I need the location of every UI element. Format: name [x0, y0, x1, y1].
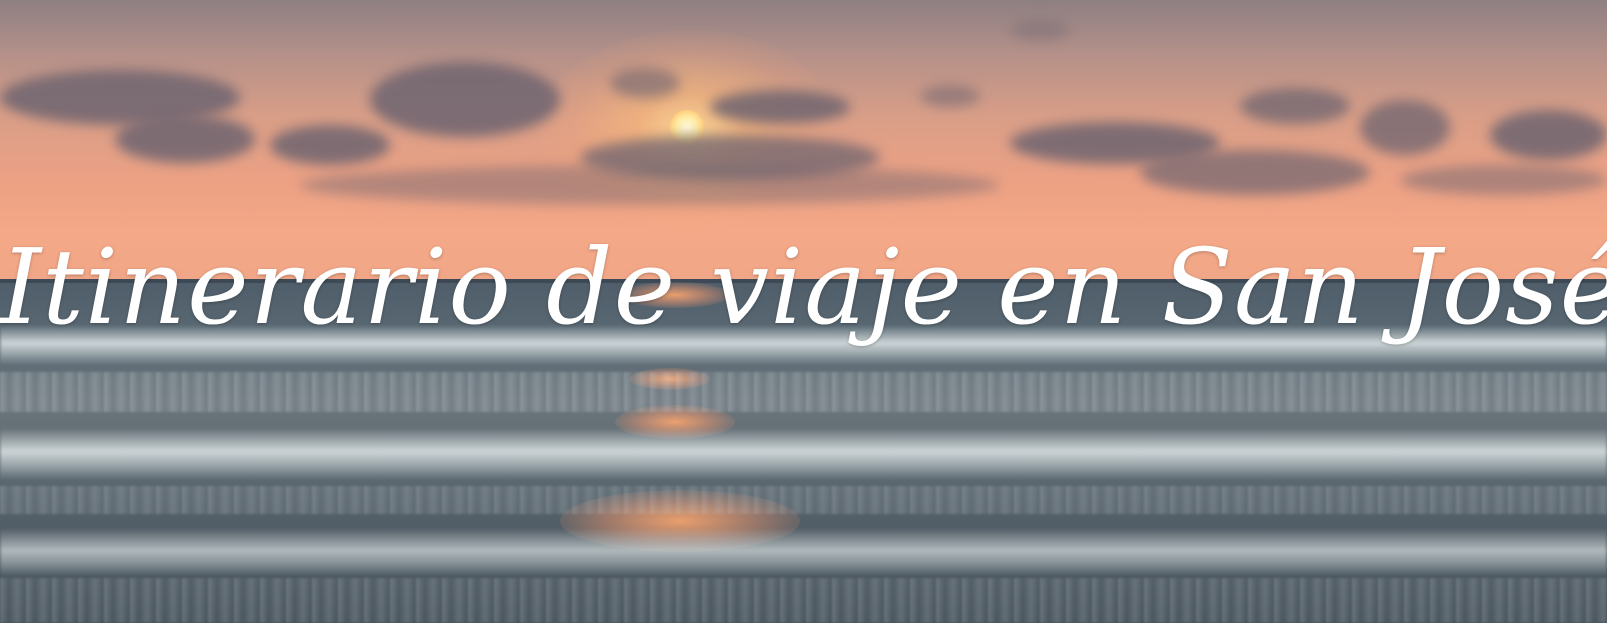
cloud — [1240, 88, 1350, 124]
sea-foam — [0, 578, 1607, 623]
cloud — [1490, 110, 1607, 160]
cloud — [920, 85, 980, 107]
header-banner: Itinerario de viaje en San José — [0, 0, 1607, 623]
wave-crest — [0, 528, 1607, 578]
cloud — [1140, 150, 1370, 195]
cloud — [370, 62, 560, 137]
cloud — [710, 90, 850, 124]
cloud — [300, 165, 1000, 205]
cloud — [610, 68, 680, 98]
sea-foam — [0, 486, 1607, 514]
sea-foam — [0, 372, 1607, 412]
cloud — [270, 125, 390, 165]
wave-crest — [0, 428, 1607, 480]
banner-title: Itinerario de viaje en San José — [0, 226, 1607, 348]
cloud — [1360, 100, 1450, 155]
cloud — [1010, 20, 1070, 40]
cloud — [115, 115, 255, 163]
cloud — [1400, 165, 1607, 195]
